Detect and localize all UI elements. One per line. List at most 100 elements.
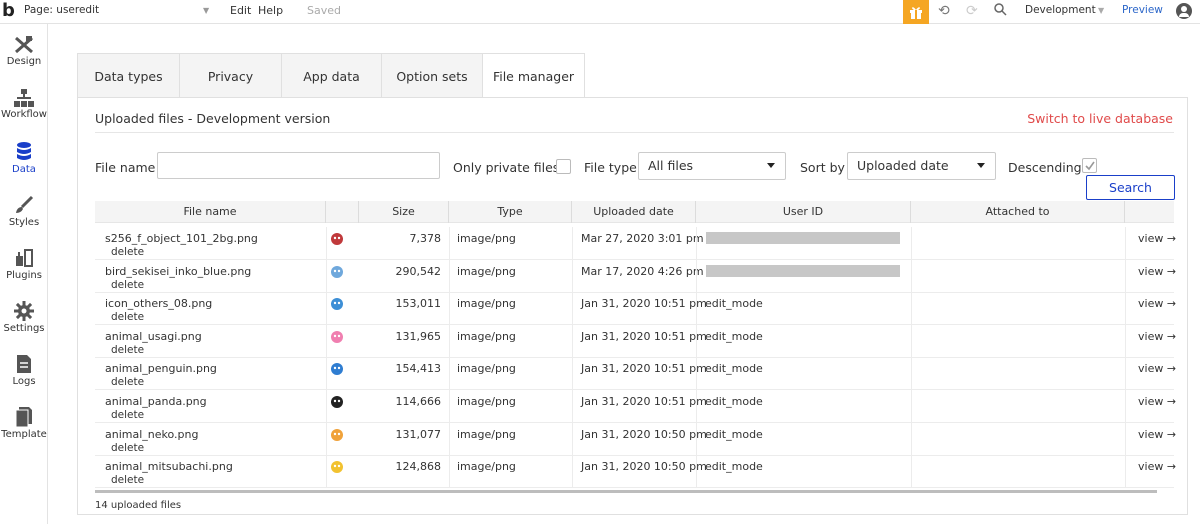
sidebar-item-data[interactable]: Data xyxy=(0,132,48,184)
uploaded-date-cell: Jan 31, 2020 10:50 pm xyxy=(581,460,707,474)
file-name-cell[interactable]: bird_sekisei_inko_blue.png xyxy=(105,265,251,278)
delete-link[interactable]: delete xyxy=(111,474,144,486)
tab-app-data[interactable]: App data xyxy=(281,53,382,98)
help-menu[interactable]: Help xyxy=(258,4,283,17)
sidebar-item-logs[interactable]: Logs xyxy=(0,344,48,396)
file-type-cell: image/png xyxy=(457,297,516,311)
penguin-thumb-icon[interactable] xyxy=(329,361,345,377)
sidebar-item-label: Data xyxy=(12,164,36,175)
environment-selector[interactable]: Development xyxy=(1025,4,1096,16)
view-link[interactable]: view → xyxy=(1138,428,1176,441)
undo-icon[interactable]: ⟲ xyxy=(938,3,950,19)
file-name-cell[interactable]: animal_mitsubachi.png xyxy=(105,460,233,473)
horizontal-scrollbar[interactable] xyxy=(95,490,1157,493)
only-private-checkbox[interactable] xyxy=(556,159,571,174)
sidebar-item-template[interactable]: Template xyxy=(0,397,48,449)
view-link[interactable]: view → xyxy=(1138,297,1176,310)
sidebar-item-label: Template xyxy=(1,429,47,440)
table-row: s256_f_object_101_2bg.png delete 7,378 imag… xyxy=(95,227,1176,260)
table-row: animal_panda.png delete 114,666 image/png Ja… xyxy=(95,390,1176,423)
chevron-down-icon[interactable]: ▼ xyxy=(1098,6,1104,15)
column-divider xyxy=(449,324,450,358)
redacted-user-id xyxy=(706,232,900,244)
descending-checkbox[interactable] xyxy=(1082,158,1097,173)
view-link[interactable]: view → xyxy=(1138,395,1176,408)
tab-data-types[interactable]: Data types xyxy=(77,53,180,98)
bird-thumb-icon[interactable] xyxy=(329,264,345,280)
column-divider xyxy=(326,390,327,423)
table-row: bird_sekisei_inko_blue.png delete 290,542 i… xyxy=(95,259,1176,293)
column-divider xyxy=(911,227,912,260)
delete-link[interactable]: delete xyxy=(111,344,144,356)
redo-icon[interactable]: ⟳ xyxy=(966,3,978,19)
file-name-cell[interactable]: animal_usagi.png xyxy=(105,330,202,343)
rabbit-thumb-icon[interactable] xyxy=(329,329,345,345)
sort-by-select[interactable]: Uploaded date xyxy=(847,152,996,180)
search-icon[interactable] xyxy=(994,3,1007,20)
file-name-cell[interactable]: animal_neko.png xyxy=(105,428,198,441)
sidebar-item-plugins[interactable]: Plugins xyxy=(0,238,48,290)
cat-thumb-icon[interactable] xyxy=(329,427,345,443)
file-size-cell: 7,378 xyxy=(409,232,442,245)
tab-privacy[interactable]: Privacy xyxy=(179,53,282,98)
column-header-attached-to: Attached to xyxy=(911,201,1125,223)
file-name-cell[interactable]: icon_others_08.png xyxy=(105,297,212,310)
sidebar-item-label: Plugins xyxy=(6,270,42,281)
delete-link[interactable]: delete xyxy=(111,311,144,323)
delete-link[interactable]: delete xyxy=(111,442,144,454)
file-name-cell[interactable]: s256_f_object_101_2bg.png xyxy=(105,232,258,245)
file-size-cell: 154,413 xyxy=(395,362,442,376)
sidebar-item-styles[interactable]: Styles xyxy=(0,185,48,237)
sidebar-item-label: Logs xyxy=(12,376,36,387)
uploaded-date-cell: Jan 31, 2020 10:50 pm xyxy=(581,427,707,441)
file-name-input[interactable] xyxy=(157,152,440,179)
file-name-cell[interactable]: animal_penguin.png xyxy=(105,362,217,375)
uploaded-files-count: 14 uploaded files xyxy=(95,500,182,511)
tab-file-manager[interactable]: File manager xyxy=(482,53,585,99)
gift-button[interactable] xyxy=(903,0,929,24)
column-divider xyxy=(696,259,697,293)
switch-live-database-link[interactable]: Switch to live database xyxy=(1027,111,1173,126)
file-type-cell: image/png xyxy=(457,232,516,245)
brush-icon xyxy=(16,195,34,213)
account-avatar-icon[interactable] xyxy=(1176,3,1192,19)
bubble-logo[interactable]: b xyxy=(2,1,15,21)
panda-thumb-icon[interactable] xyxy=(329,394,345,410)
chevron-down-icon[interactable]: ▼ xyxy=(203,6,209,15)
delete-link[interactable]: delete xyxy=(111,279,144,291)
file-type-select[interactable]: All files xyxy=(638,152,786,180)
sidebar-item-workflow[interactable]: Workflow xyxy=(0,79,48,131)
page-selector[interactable]: Page: useredit xyxy=(24,4,99,16)
delete-link[interactable]: delete xyxy=(111,376,144,388)
sidebar-item-design[interactable]: Design xyxy=(0,26,48,78)
column-divider xyxy=(911,422,912,456)
column-divider xyxy=(1125,324,1126,358)
panel-title: Uploaded files - Development version xyxy=(95,111,331,126)
preview-link[interactable]: Preview xyxy=(1122,4,1163,16)
edit-menu[interactable]: Edit xyxy=(230,4,251,17)
tab-option-sets[interactable]: Option sets xyxy=(381,53,483,98)
column-divider xyxy=(449,227,450,260)
view-link[interactable]: view → xyxy=(1138,265,1176,278)
bee-thumb-icon[interactable] xyxy=(329,459,345,475)
delete-link[interactable]: delete xyxy=(111,409,144,421)
file-size-cell: 124,868 xyxy=(395,460,442,474)
workflow-icon xyxy=(14,89,34,107)
sidebar-item-settings[interactable]: Settings xyxy=(0,291,48,343)
column-header-thumbnail xyxy=(326,201,359,223)
view-link[interactable]: view → xyxy=(1138,362,1176,375)
view-link[interactable]: view → xyxy=(1138,232,1176,245)
bow-thumb-icon[interactable] xyxy=(329,231,345,247)
column-divider xyxy=(1125,357,1126,391)
file-name-cell[interactable]: animal_panda.png xyxy=(105,395,207,408)
view-link[interactable]: view → xyxy=(1138,330,1176,343)
column-header-type: Type xyxy=(449,201,572,223)
elephant-thumb-icon[interactable] xyxy=(329,296,345,312)
top-bar: b Page: useredit ▼ Edit Help Saved ⟲ ⟳ D… xyxy=(0,0,1200,24)
view-link[interactable]: view → xyxy=(1138,460,1176,473)
uploaded-date-cell: Jan 31, 2020 10:51 pm xyxy=(581,297,707,311)
search-button[interactable]: Search xyxy=(1086,175,1175,200)
file-type-value: All files xyxy=(648,158,694,173)
delete-link[interactable]: delete xyxy=(111,246,144,258)
saved-status: Saved xyxy=(307,4,341,17)
